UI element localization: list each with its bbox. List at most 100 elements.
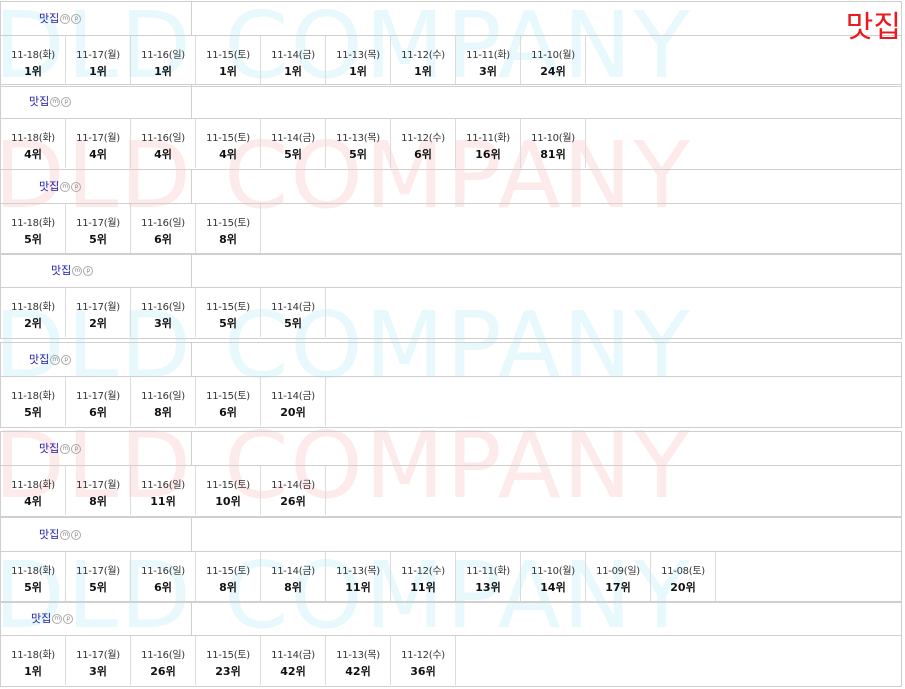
rank-cell: 11-13(목) 11위 (326, 552, 391, 601)
rank-date: 11-14(금) (271, 566, 315, 577)
rank-cell: 11-17(월) 2위 (66, 288, 131, 337)
pc-badge-icon: p (71, 14, 82, 24)
rank-date: 11-10(월) (531, 133, 575, 144)
rank-value: 2위 (89, 317, 107, 330)
mobile-badge-icon: m (52, 614, 63, 624)
keyword-link[interactable]: 맛집 m p (39, 10, 82, 26)
rank-history-row: 11-18(화) 1위 11-17(월) 3위 11-16(일) 26위 11-15(토) 2… (1, 636, 456, 685)
rank-cell: 11-17(월) 3위 (66, 636, 131, 685)
rank-date: 11-15(토) (206, 133, 250, 144)
rank-value: 5위 (219, 317, 237, 330)
rank-value: 26위 (150, 665, 176, 678)
keyword-link[interactable]: 맛집 m p (39, 440, 82, 456)
rank-value: 5위 (24, 233, 42, 246)
keyword-link[interactable]: 맛집 m p (51, 262, 94, 278)
mobile-badge-icon: m (60, 530, 71, 540)
rank-value: 81위 (540, 148, 566, 161)
rank-value: 6위 (154, 581, 172, 594)
rank-date: 11-12(수) (401, 650, 445, 661)
rank-history-row: 11-18(화) 4위 11-17(월) 4위 11-16(일) 4위 11-15(토) 4위… (1, 119, 586, 168)
rank-cell: 11-12(수) 11위 (391, 552, 456, 601)
rank-value: 5위 (349, 148, 367, 161)
rank-date: 11-18(화) (11, 218, 55, 229)
keyword-block: 맛집 m p 11-18(화) 2위 11-17(월) 2위 11-16(일) 3위 11-15(… (0, 253, 902, 339)
rank-cell: 11-16(일) 1위 (131, 36, 196, 85)
keyword-header-row: 맛집 m p (1, 518, 901, 552)
rank-value: 8위 (89, 495, 107, 508)
page-label: 맛집 (845, 10, 901, 45)
rank-cell: 11-15(토) 4위 (196, 119, 261, 168)
rank-value: 14위 (540, 581, 566, 594)
rank-value: 5위 (284, 148, 302, 161)
keyword-header-row: 맛집 m p (1, 2, 901, 36)
rank-cell: 11-16(일) 8위 (131, 377, 196, 426)
keyword-link[interactable]: 맛집 m p (29, 93, 72, 109)
pc-badge-icon: p (83, 266, 94, 276)
rank-value: 16위 (475, 148, 501, 161)
rank-value: 36위 (410, 665, 436, 678)
keyword-cell: 맛집 m p (1, 518, 192, 551)
rank-cell: 11-12(수) 6위 (391, 119, 456, 168)
rank-date: 11-18(화) (11, 566, 55, 577)
rank-cell: 11-18(화) 5위 (1, 552, 66, 601)
keyword-cell: 맛집 m p (1, 432, 192, 465)
rank-value: 6위 (89, 406, 107, 419)
rank-date: 11-14(금) (271, 133, 315, 144)
keyword-header-row: 맛집 m p (1, 602, 901, 636)
rank-date: 11-18(화) (11, 133, 55, 144)
rank-cell: 11-17(월) 5위 (66, 204, 131, 253)
keyword-link[interactable]: 맛집 m p (29, 351, 72, 367)
rank-value: 1위 (349, 65, 367, 78)
rank-date: 11-16(일) (141, 391, 185, 402)
rank-value: 3위 (89, 665, 107, 678)
rank-value: 20위 (670, 581, 696, 594)
rank-value: 1위 (24, 65, 42, 78)
rank-date: 11-17(월) (76, 302, 120, 313)
rank-date: 11-18(화) (11, 391, 55, 402)
rank-value: 11위 (345, 581, 371, 594)
rank-value: 6위 (414, 148, 432, 161)
rank-history-row: 11-18(화) 2위 11-17(월) 2위 11-16(일) 3위 11-15(토) 5위… (1, 288, 326, 337)
rank-cell: 11-08(토) 20위 (651, 552, 716, 601)
keyword-link[interactable]: 맛집 m p (39, 526, 82, 542)
rank-cell: 11-10(월) 14위 (521, 552, 586, 601)
rank-cell: 11-15(토) 1위 (196, 36, 261, 85)
rank-date: 11-11(화) (466, 50, 510, 61)
rank-cell: 11-16(일) 3위 (131, 288, 196, 337)
rank-value: 11위 (150, 495, 176, 508)
keyword-block: 맛집 m p 11-18(화) 5위 11-17(월) 5위 11-16(일) 6위 11-15(… (0, 517, 902, 603)
rank-value: 4위 (24, 148, 42, 161)
rank-date: 11-14(금) (271, 650, 315, 661)
rank-value: 5위 (24, 406, 42, 419)
rank-date: 11-13(목) (336, 133, 380, 144)
rank-value: 8위 (219, 581, 237, 594)
rank-date: 11-12(수) (401, 566, 445, 577)
rank-cell: 11-10(월) 24위 (521, 36, 586, 85)
keyword-link[interactable]: 맛집 m p (39, 178, 82, 194)
rank-history-row: 11-18(화) 5위 11-17(월) 5위 11-16(일) 6위 11-15(토) 8위 (1, 204, 261, 253)
rank-value: 8위 (219, 233, 237, 246)
rank-value: 24위 (540, 65, 566, 78)
rank-cell: 11-16(일) 26위 (131, 636, 196, 685)
rank-date: 11-11(화) (466, 566, 510, 577)
rank-cell: 11-18(화) 5위 (1, 204, 66, 253)
mobile-badge-icon: m (60, 182, 71, 192)
rank-date: 11-14(금) (271, 391, 315, 402)
keyword-cell: 맛집 m p (1, 2, 192, 35)
rank-cell: 11-18(화) 1위 (1, 36, 66, 85)
rank-cell: 11-13(목) 5위 (326, 119, 391, 168)
rank-cell: 11-14(금) 5위 (261, 288, 326, 337)
rank-date: 11-18(화) (11, 302, 55, 313)
keyword-cell: 맛집 m p (1, 343, 192, 376)
rank-cell: 11-17(월) 6위 (66, 377, 131, 426)
rank-value: 8위 (154, 406, 172, 419)
rank-value: 5위 (284, 317, 302, 330)
rank-history-row: 11-18(화) 4위 11-17(월) 8위 11-16(일) 11위 11-15(토) 1… (1, 466, 326, 515)
rank-value: 42위 (280, 665, 306, 678)
keyword-link[interactable]: 맛집 m p (31, 610, 74, 626)
rank-date: 11-17(월) (76, 480, 120, 491)
keyword-text: 맛집 (31, 612, 52, 625)
rank-date: 11-16(일) (141, 480, 185, 491)
rank-cell: 11-14(금) 5위 (261, 119, 326, 168)
rank-date: 11-15(토) (206, 50, 250, 61)
